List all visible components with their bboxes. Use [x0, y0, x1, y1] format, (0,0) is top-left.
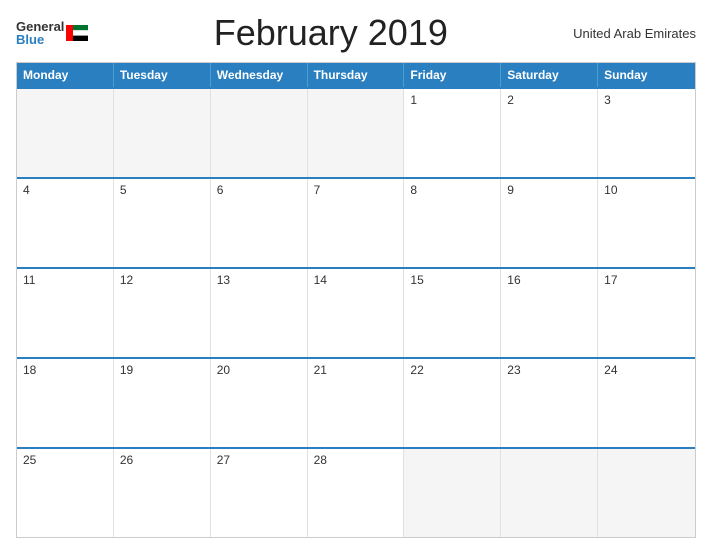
cal-cell: 13	[211, 269, 308, 357]
page: General Blue February 2019 United Arab E…	[0, 0, 712, 550]
cal-cell: 6	[211, 179, 308, 267]
cal-cell: 15	[404, 269, 501, 357]
cal-week-4: 18 19 20 21 22 23 24	[17, 357, 695, 447]
calendar-title: February 2019	[88, 12, 573, 54]
day-number: 13	[217, 273, 301, 287]
day-number: 9	[507, 183, 591, 197]
country-label: United Arab Emirates	[573, 26, 696, 41]
col-thursday: Thursday	[308, 63, 405, 87]
calendar: Monday Tuesday Wednesday Thursday Friday…	[16, 62, 696, 538]
cal-cell: 20	[211, 359, 308, 447]
cal-cell: 3	[598, 89, 695, 177]
cal-cell	[17, 89, 114, 177]
header: General Blue February 2019 United Arab E…	[16, 12, 696, 54]
cal-cell: 9	[501, 179, 598, 267]
cal-cell	[404, 449, 501, 537]
logo-flag-icon	[66, 25, 88, 41]
cal-cell	[501, 449, 598, 537]
day-number: 25	[23, 453, 107, 467]
col-monday: Monday	[17, 63, 114, 87]
cal-cell: 5	[114, 179, 211, 267]
cal-cell: 22	[404, 359, 501, 447]
logo-blue-text: Blue	[16, 33, 64, 46]
day-number: 18	[23, 363, 107, 377]
day-number: 1	[410, 93, 494, 107]
cal-cell: 10	[598, 179, 695, 267]
col-saturday: Saturday	[501, 63, 598, 87]
cal-cell: 7	[308, 179, 405, 267]
cal-cell	[211, 89, 308, 177]
cal-cell: 2	[501, 89, 598, 177]
cal-cell	[308, 89, 405, 177]
day-number: 21	[314, 363, 398, 377]
col-friday: Friday	[404, 63, 501, 87]
cal-week-3: 11 12 13 14 15 16 17	[17, 267, 695, 357]
day-number: 15	[410, 273, 494, 287]
cal-cell	[114, 89, 211, 177]
cal-cell: 4	[17, 179, 114, 267]
cal-week-2: 456789 10	[17, 177, 695, 267]
col-wednesday: Wednesday	[211, 63, 308, 87]
cal-cell: 27	[211, 449, 308, 537]
cal-cell: 19	[114, 359, 211, 447]
day-number: 20	[217, 363, 301, 377]
cal-cell: 23	[501, 359, 598, 447]
day-number: 14	[314, 273, 398, 287]
cal-cell: 1	[404, 89, 501, 177]
calendar-header-row: Monday Tuesday Wednesday Thursday Friday…	[17, 63, 695, 87]
calendar-body: 1234567891011121314151617181920212223242…	[17, 87, 695, 537]
cal-week-5: 25 26 27 28	[17, 447, 695, 537]
cal-cell: 17	[598, 269, 695, 357]
day-number: 17	[604, 273, 689, 287]
day-number: 10	[604, 183, 689, 197]
day-number: 4	[23, 183, 107, 197]
day-number: 6	[217, 183, 301, 197]
day-number: 7	[314, 183, 398, 197]
day-number: 12	[120, 273, 204, 287]
cal-cell: 21	[308, 359, 405, 447]
day-number: 5	[120, 183, 204, 197]
cal-cell: 11	[17, 269, 114, 357]
col-sunday: Sunday	[598, 63, 695, 87]
cal-cell: 18	[17, 359, 114, 447]
cal-cell: 26	[114, 449, 211, 537]
day-number: 8	[410, 183, 494, 197]
day-number: 16	[507, 273, 591, 287]
day-number: 19	[120, 363, 204, 377]
cal-week-1: 123	[17, 87, 695, 177]
cal-cell: 24	[598, 359, 695, 447]
day-number: 3	[604, 93, 689, 107]
cal-cell: 8	[404, 179, 501, 267]
cal-cell: 14	[308, 269, 405, 357]
cal-cell	[598, 449, 695, 537]
day-number: 23	[507, 363, 591, 377]
cal-cell: 12	[114, 269, 211, 357]
col-tuesday: Tuesday	[114, 63, 211, 87]
cal-cell: 25	[17, 449, 114, 537]
cal-cell: 28	[308, 449, 405, 537]
cal-cell: 16	[501, 269, 598, 357]
day-number: 2	[507, 93, 591, 107]
logo: General Blue	[16, 20, 88, 46]
day-number: 26	[120, 453, 204, 467]
day-number: 22	[410, 363, 494, 377]
day-number: 27	[217, 453, 301, 467]
day-number: 28	[314, 453, 398, 467]
day-number: 11	[23, 273, 107, 287]
day-number: 24	[604, 363, 689, 377]
